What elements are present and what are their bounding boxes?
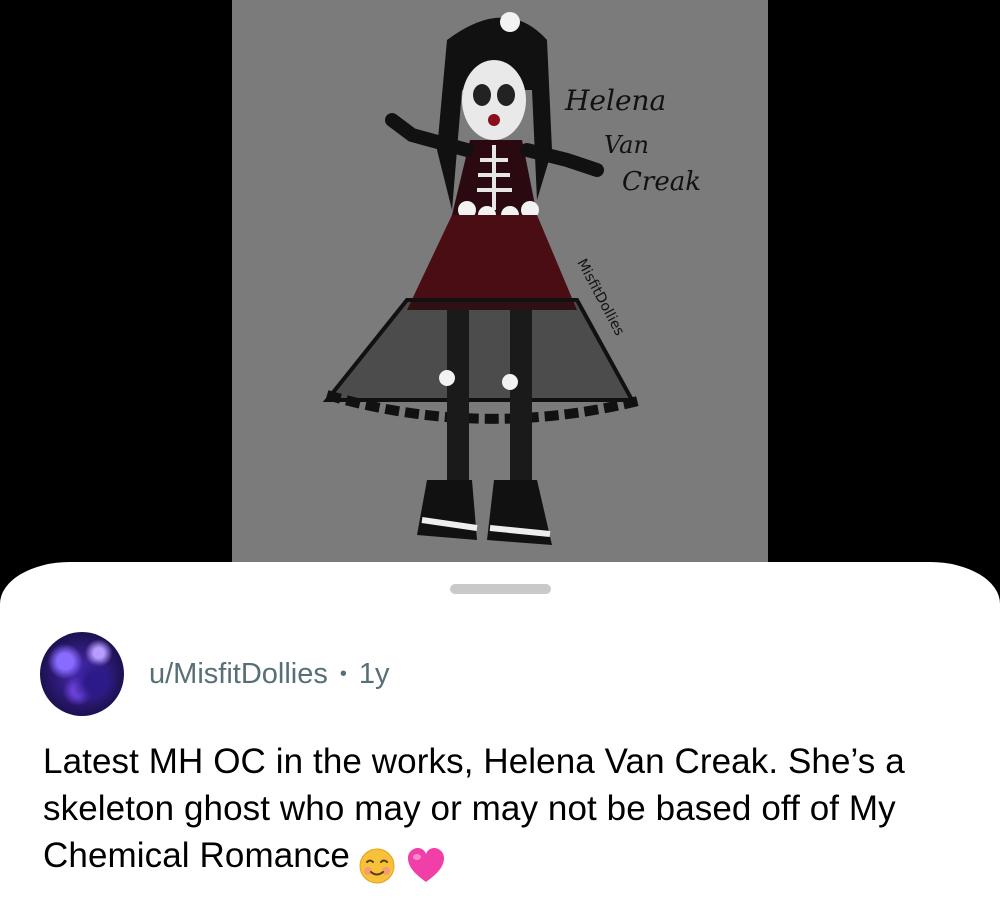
smiling-face-emoji [359, 848, 395, 884]
pink-heart-emoji [407, 847, 444, 882]
caption-line-3: Creak [622, 167, 701, 197]
post-image[interactable]: Helena Van Creak MisfitDollies [232, 0, 768, 600]
post-age: 1y [358, 657, 390, 690]
caption-line-1: Helena [564, 84, 666, 117]
post-body-text: Latest MH OC in the works, Helena Van Cr… [43, 742, 905, 875]
post-meta: u/MisfitDollies • 1y [149, 658, 390, 690]
character-drawing: Helena Van Creak MisfitDollies [322, 12, 701, 545]
post-body: Latest MH OC in the works, Helena Van Cr… [43, 738, 963, 887]
avatar[interactable] [40, 632, 124, 716]
post-details-sheet[interactable]: u/MisfitDollies • 1y Latest MH OC in the… [0, 562, 1000, 905]
media-viewer[interactable]: Helena Van Creak MisfitDollies [0, 0, 1000, 600]
caption-line-2: Van [604, 131, 649, 159]
sheet-drag-handle[interactable] [450, 584, 551, 594]
meta-separator: • [339, 662, 347, 685]
username-link[interactable]: u/MisfitDollies [149, 658, 328, 691]
emoji-group [358, 840, 446, 887]
